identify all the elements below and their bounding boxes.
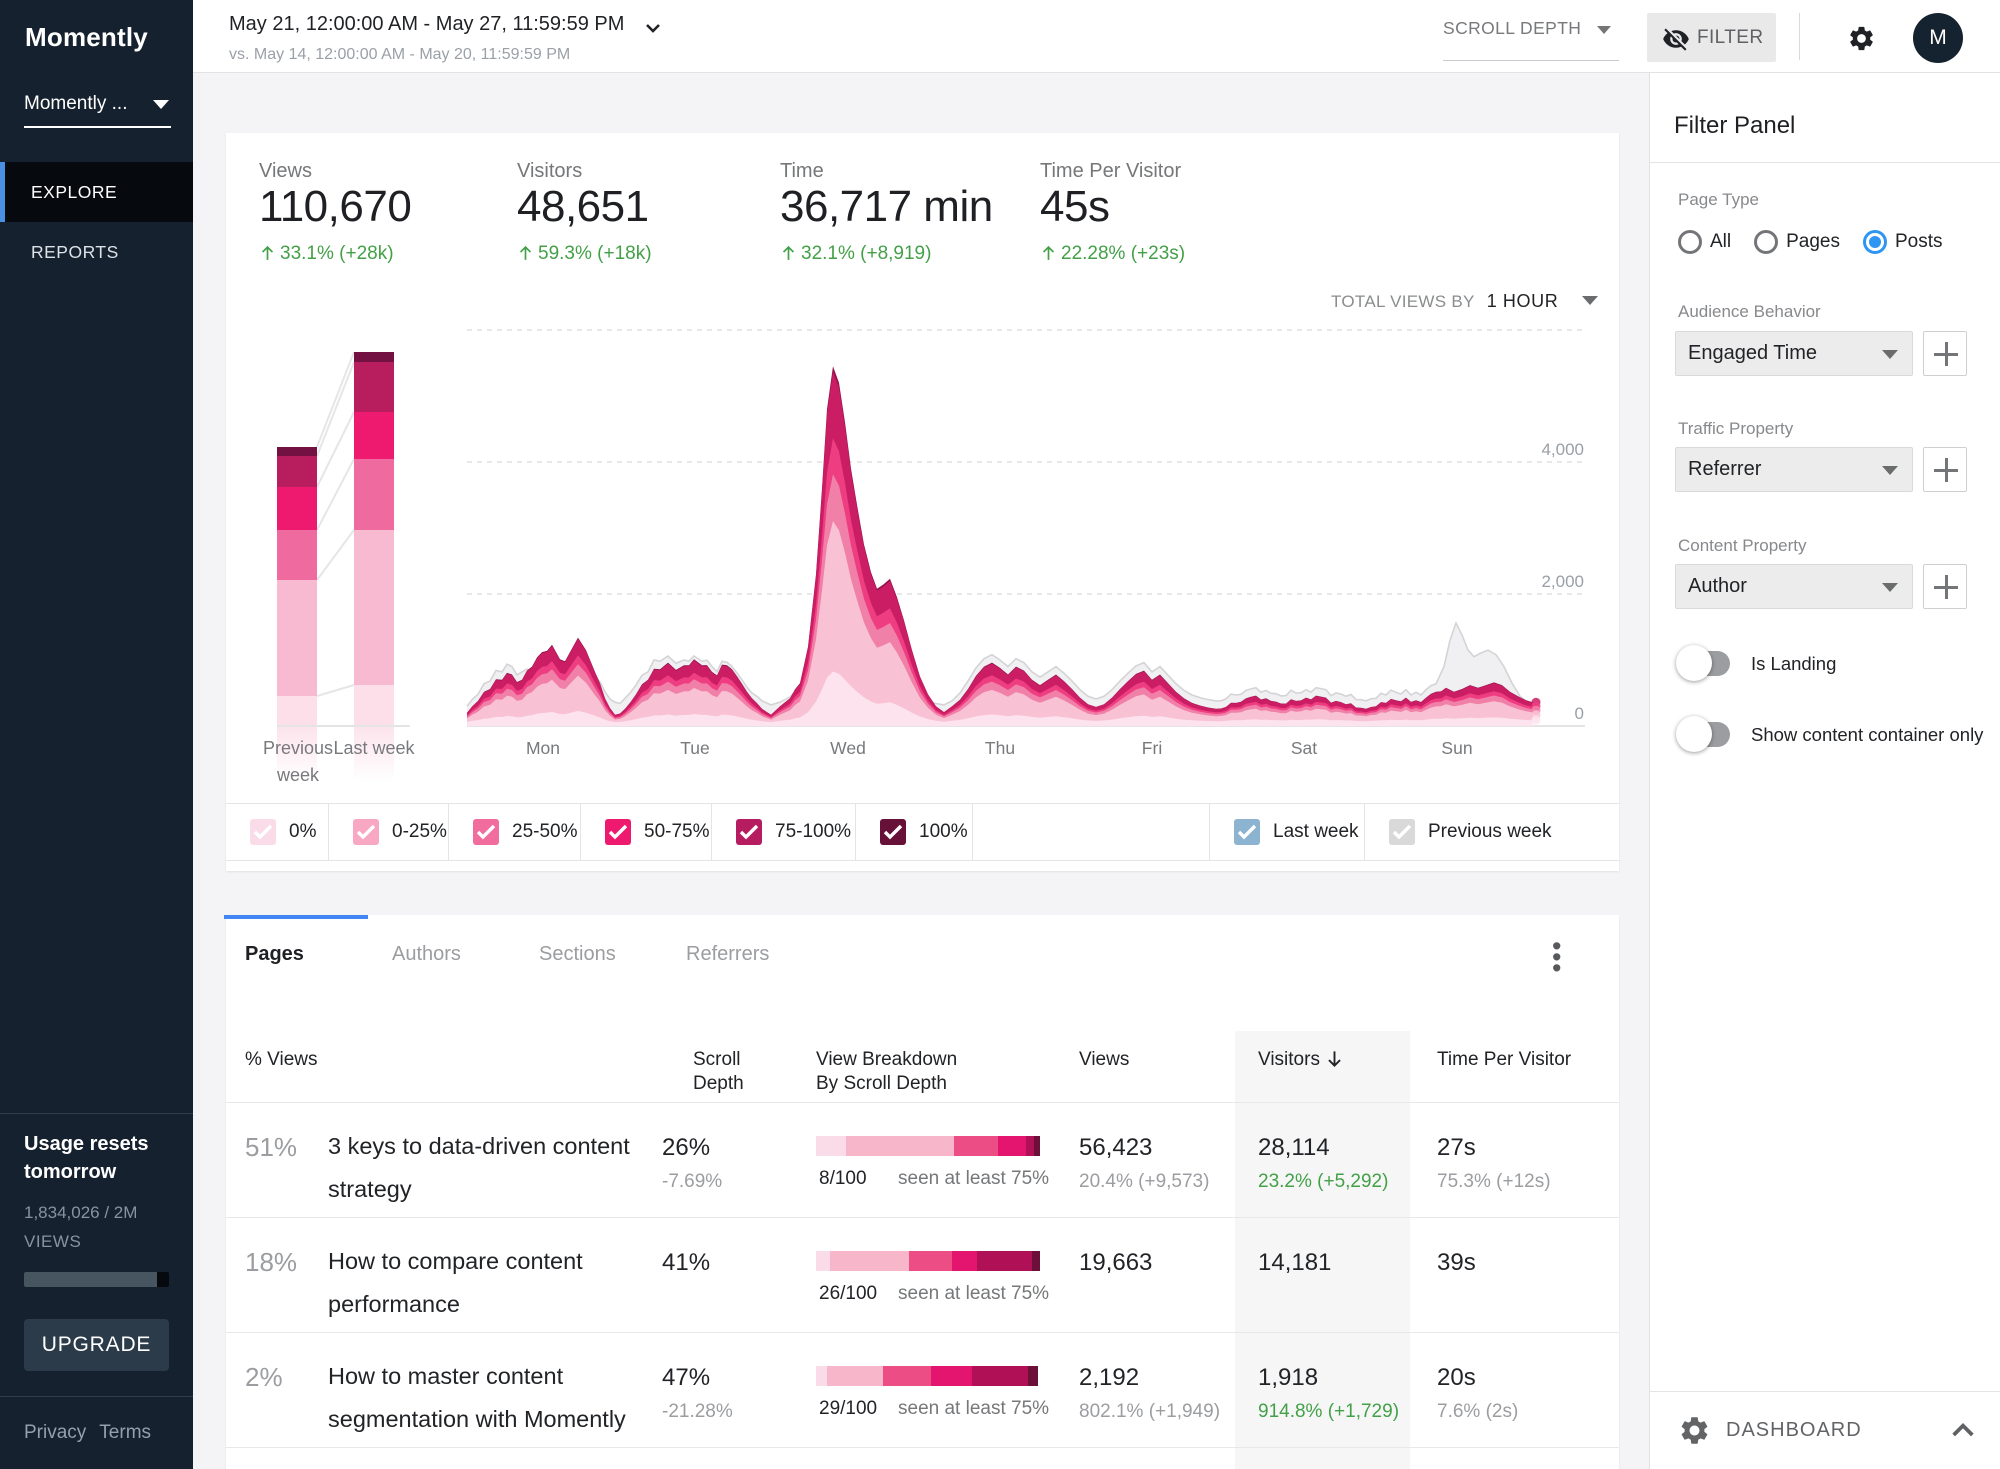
svg-text:Tue: Tue [680,738,710,758]
svg-text:Sun: Sun [1441,738,1472,758]
svg-text:week: week [276,765,320,785]
svg-text:Mon: Mon [526,738,560,758]
svg-text:Previous: Previous [263,738,333,758]
svg-text:Thu: Thu [985,738,1015,758]
svg-text:Sat: Sat [1291,738,1317,758]
svg-text:Wed: Wed [830,738,866,758]
svg-text:4,000: 4,000 [1541,440,1584,459]
svg-text:2,000: 2,000 [1541,572,1584,591]
svg-text:0: 0 [1575,704,1584,723]
svg-text:Fri: Fri [1142,738,1162,758]
svg-text:Last week: Last week [333,738,415,758]
